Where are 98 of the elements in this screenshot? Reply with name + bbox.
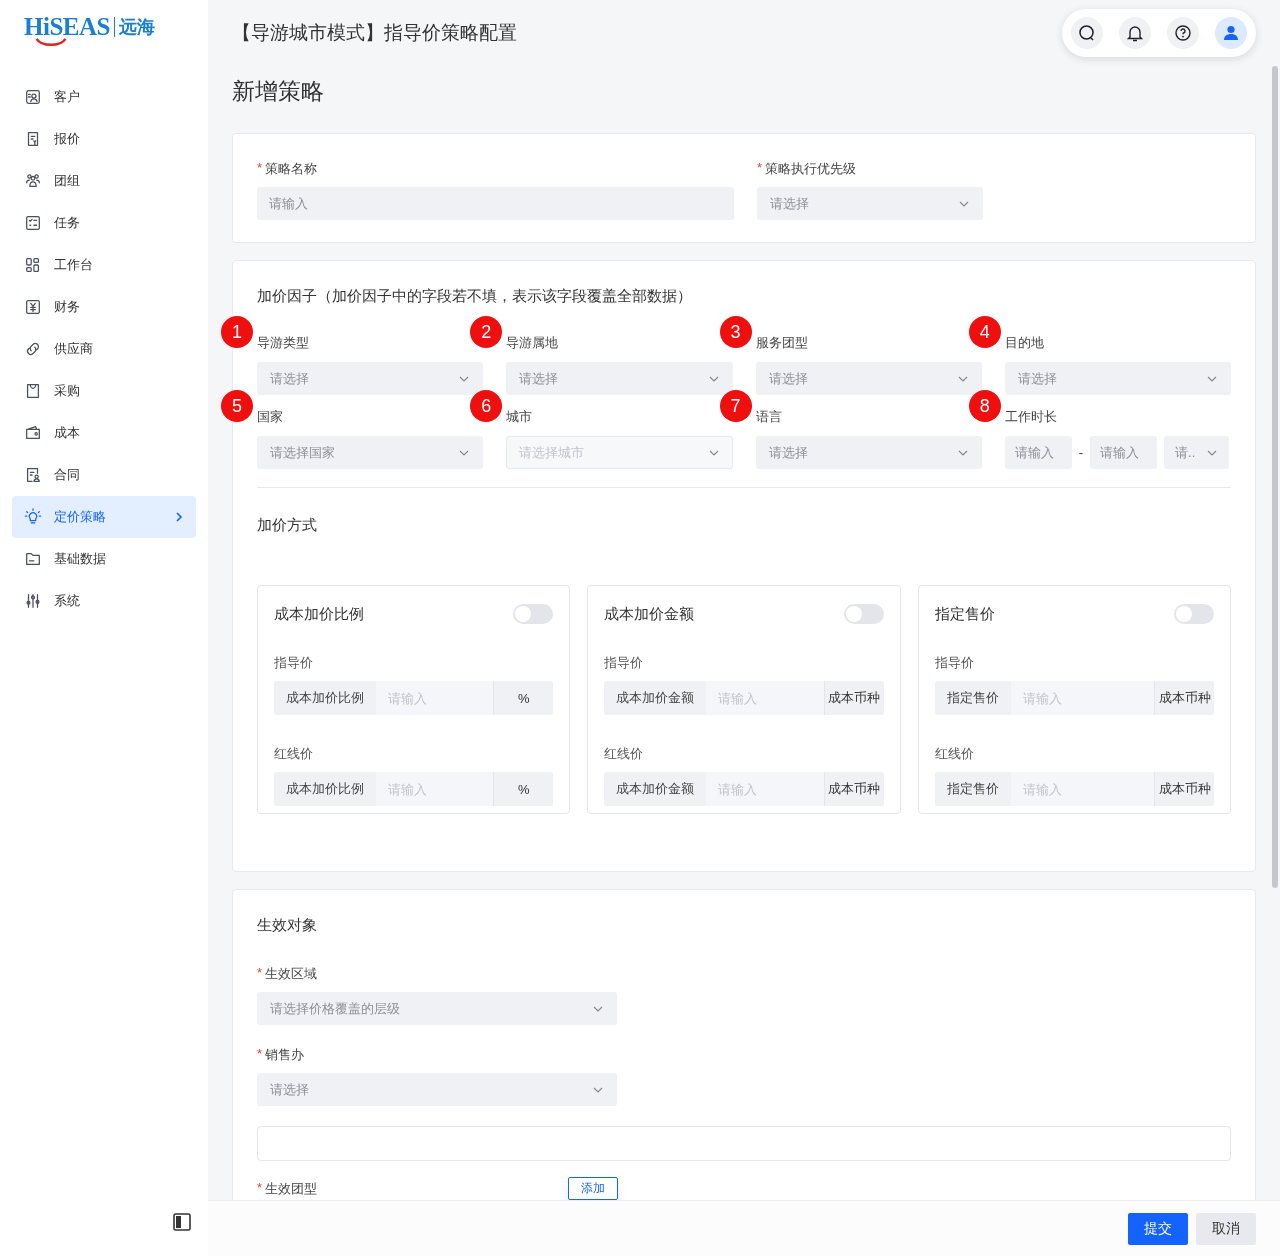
required-mark: *: [257, 160, 263, 177]
task-icon: [24, 214, 42, 232]
sidebar-item[interactable]: 财务: [12, 286, 196, 328]
contract-icon: [24, 466, 42, 484]
field-label: 策略名称: [265, 160, 318, 178]
number-marker: 3: [719, 316, 752, 348]
bell-icon: [1125, 23, 1145, 43]
number-marker: 4: [968, 316, 1001, 348]
field-label: 红线价: [604, 745, 645, 763]
customer-icon: [24, 88, 42, 106]
input-prefix: 成本加价比例: [274, 772, 376, 806]
sidebar-item[interactable]: 客户: [12, 76, 196, 118]
sidebar-item[interactable]: 基础数据: [12, 538, 196, 580]
sidebar-toggle-icon[interactable]: [172, 1212, 192, 1232]
field-label: 语言: [755, 408, 783, 426]
page-title: 新增策略: [232, 77, 325, 106]
input-prefix: 成本加价金额: [604, 681, 707, 715]
notification-button[interactable]: [1119, 17, 1151, 49]
input-suffix: %: [493, 681, 554, 715]
required-mark: *: [257, 965, 263, 982]
avatar-button[interactable]: [1215, 17, 1247, 49]
field-label: 国家: [257, 408, 284, 426]
help-button[interactable]: [1167, 17, 1199, 49]
dashboard-icon: [24, 256, 42, 274]
field-label: 城市: [506, 408, 534, 426]
submit-button[interactable]: 提交: [1128, 1212, 1188, 1245]
field-label: 工作时长: [1004, 408, 1058, 426]
page-header-title: 【导游城市模式】指导价策略配置: [232, 21, 517, 45]
section-title: 加价方式: [257, 516, 318, 535]
field-label: 策略执行优先级: [765, 160, 857, 178]
field-label: 指导价: [604, 654, 645, 672]
field-label: 导游属地: [506, 334, 560, 352]
wallet-icon: [24, 424, 42, 442]
field-label: 生效团型: [265, 1179, 318, 1198]
required-mark: *: [257, 1046, 263, 1063]
toggle-switch[interactable]: [843, 604, 884, 624]
option-title: 指定售价: [934, 604, 995, 624]
add-button[interactable]: 添加: [568, 1177, 618, 1200]
input-prefix: 指定售价: [934, 772, 1011, 806]
number-marker: 8: [968, 390, 1001, 422]
input-prefix: 成本加价金额: [604, 772, 707, 806]
finance-icon: [24, 298, 42, 316]
field-label: 服务团型: [755, 334, 809, 352]
option-title: 成本加价金额: [604, 604, 695, 624]
input-suffix: 成本币种: [1154, 681, 1214, 715]
number-marker: 1: [221, 316, 253, 348]
field-label: 生效区域: [265, 965, 318, 983]
field-label: 销售办: [265, 1046, 305, 1064]
user-icon: [1221, 23, 1241, 43]
field-label: 红线价: [274, 745, 314, 763]
toggle-switch[interactable]: [513, 604, 554, 624]
option-title: 成本加价比例: [274, 604, 364, 624]
sidebar-item[interactable]: 定价策略: [12, 496, 196, 538]
field-label: 导游类型: [257, 334, 310, 352]
input-field[interactable]: 请输入: [257, 187, 734, 220]
range-separator: -: [1078, 445, 1084, 460]
number-marker: 6: [470, 390, 503, 422]
input-prefix: 成本加价比例: [274, 681, 376, 715]
input-suffix: %: [493, 772, 554, 806]
scrollbar[interactable]: [1272, 66, 1278, 888]
sidebar-item[interactable]: 系统: [12, 580, 196, 622]
chevron-icon: [174, 512, 184, 522]
folder-icon: [24, 550, 42, 568]
help-icon: [1173, 23, 1193, 43]
section-title: 加价因子（加价因子中的字段若不填，表示该字段覆盖全部数据）: [257, 287, 693, 306]
field-label: 指导价: [274, 654, 314, 672]
field-label: 红线价: [934, 745, 975, 763]
input-suffix: 成本币种: [823, 772, 884, 806]
field-label: 目的地: [1004, 334, 1045, 352]
number-marker: 7: [719, 390, 752, 422]
sidebar-item[interactable]: 成本: [12, 412, 196, 454]
sliders-icon: [24, 592, 42, 610]
sidebar-item[interactable]: 合同: [12, 454, 196, 496]
cancel-button[interactable]: 取消: [1196, 1212, 1256, 1245]
required-mark: *: [757, 160, 763, 177]
link-icon: [24, 340, 42, 358]
input-prefix: 指定售价: [934, 681, 1011, 715]
group-icon: [24, 172, 42, 190]
search-icon: [1077, 23, 1097, 43]
input-field[interactable]: 请输入: [1004, 436, 1072, 469]
number-marker: 5: [221, 390, 253, 422]
sidebar-item[interactable]: 工作台: [12, 244, 196, 286]
sidebar-item[interactable]: 任务: [12, 202, 196, 244]
sidebar-item[interactable]: 供应商: [12, 328, 196, 370]
field-label: 指导价: [934, 654, 975, 672]
required-mark: *: [257, 1179, 263, 1197]
input-field[interactable]: 请输入: [1090, 436, 1158, 469]
search-button[interactable]: [1071, 17, 1103, 49]
toggle-switch[interactable]: [1174, 604, 1214, 624]
input-suffix: 成本币种: [1154, 772, 1214, 806]
sidebar-item[interactable]: 报价: [12, 118, 196, 160]
sidebar-item[interactable]: 采购: [12, 370, 196, 412]
lightbulb-icon: [24, 508, 42, 526]
sidebar-item[interactable]: 团组: [12, 160, 196, 202]
section-title: 生效对象: [257, 916, 318, 935]
bag-icon: [24, 382, 42, 400]
input-suffix: 成本币种: [823, 681, 884, 715]
number-marker: 2: [470, 316, 503, 348]
